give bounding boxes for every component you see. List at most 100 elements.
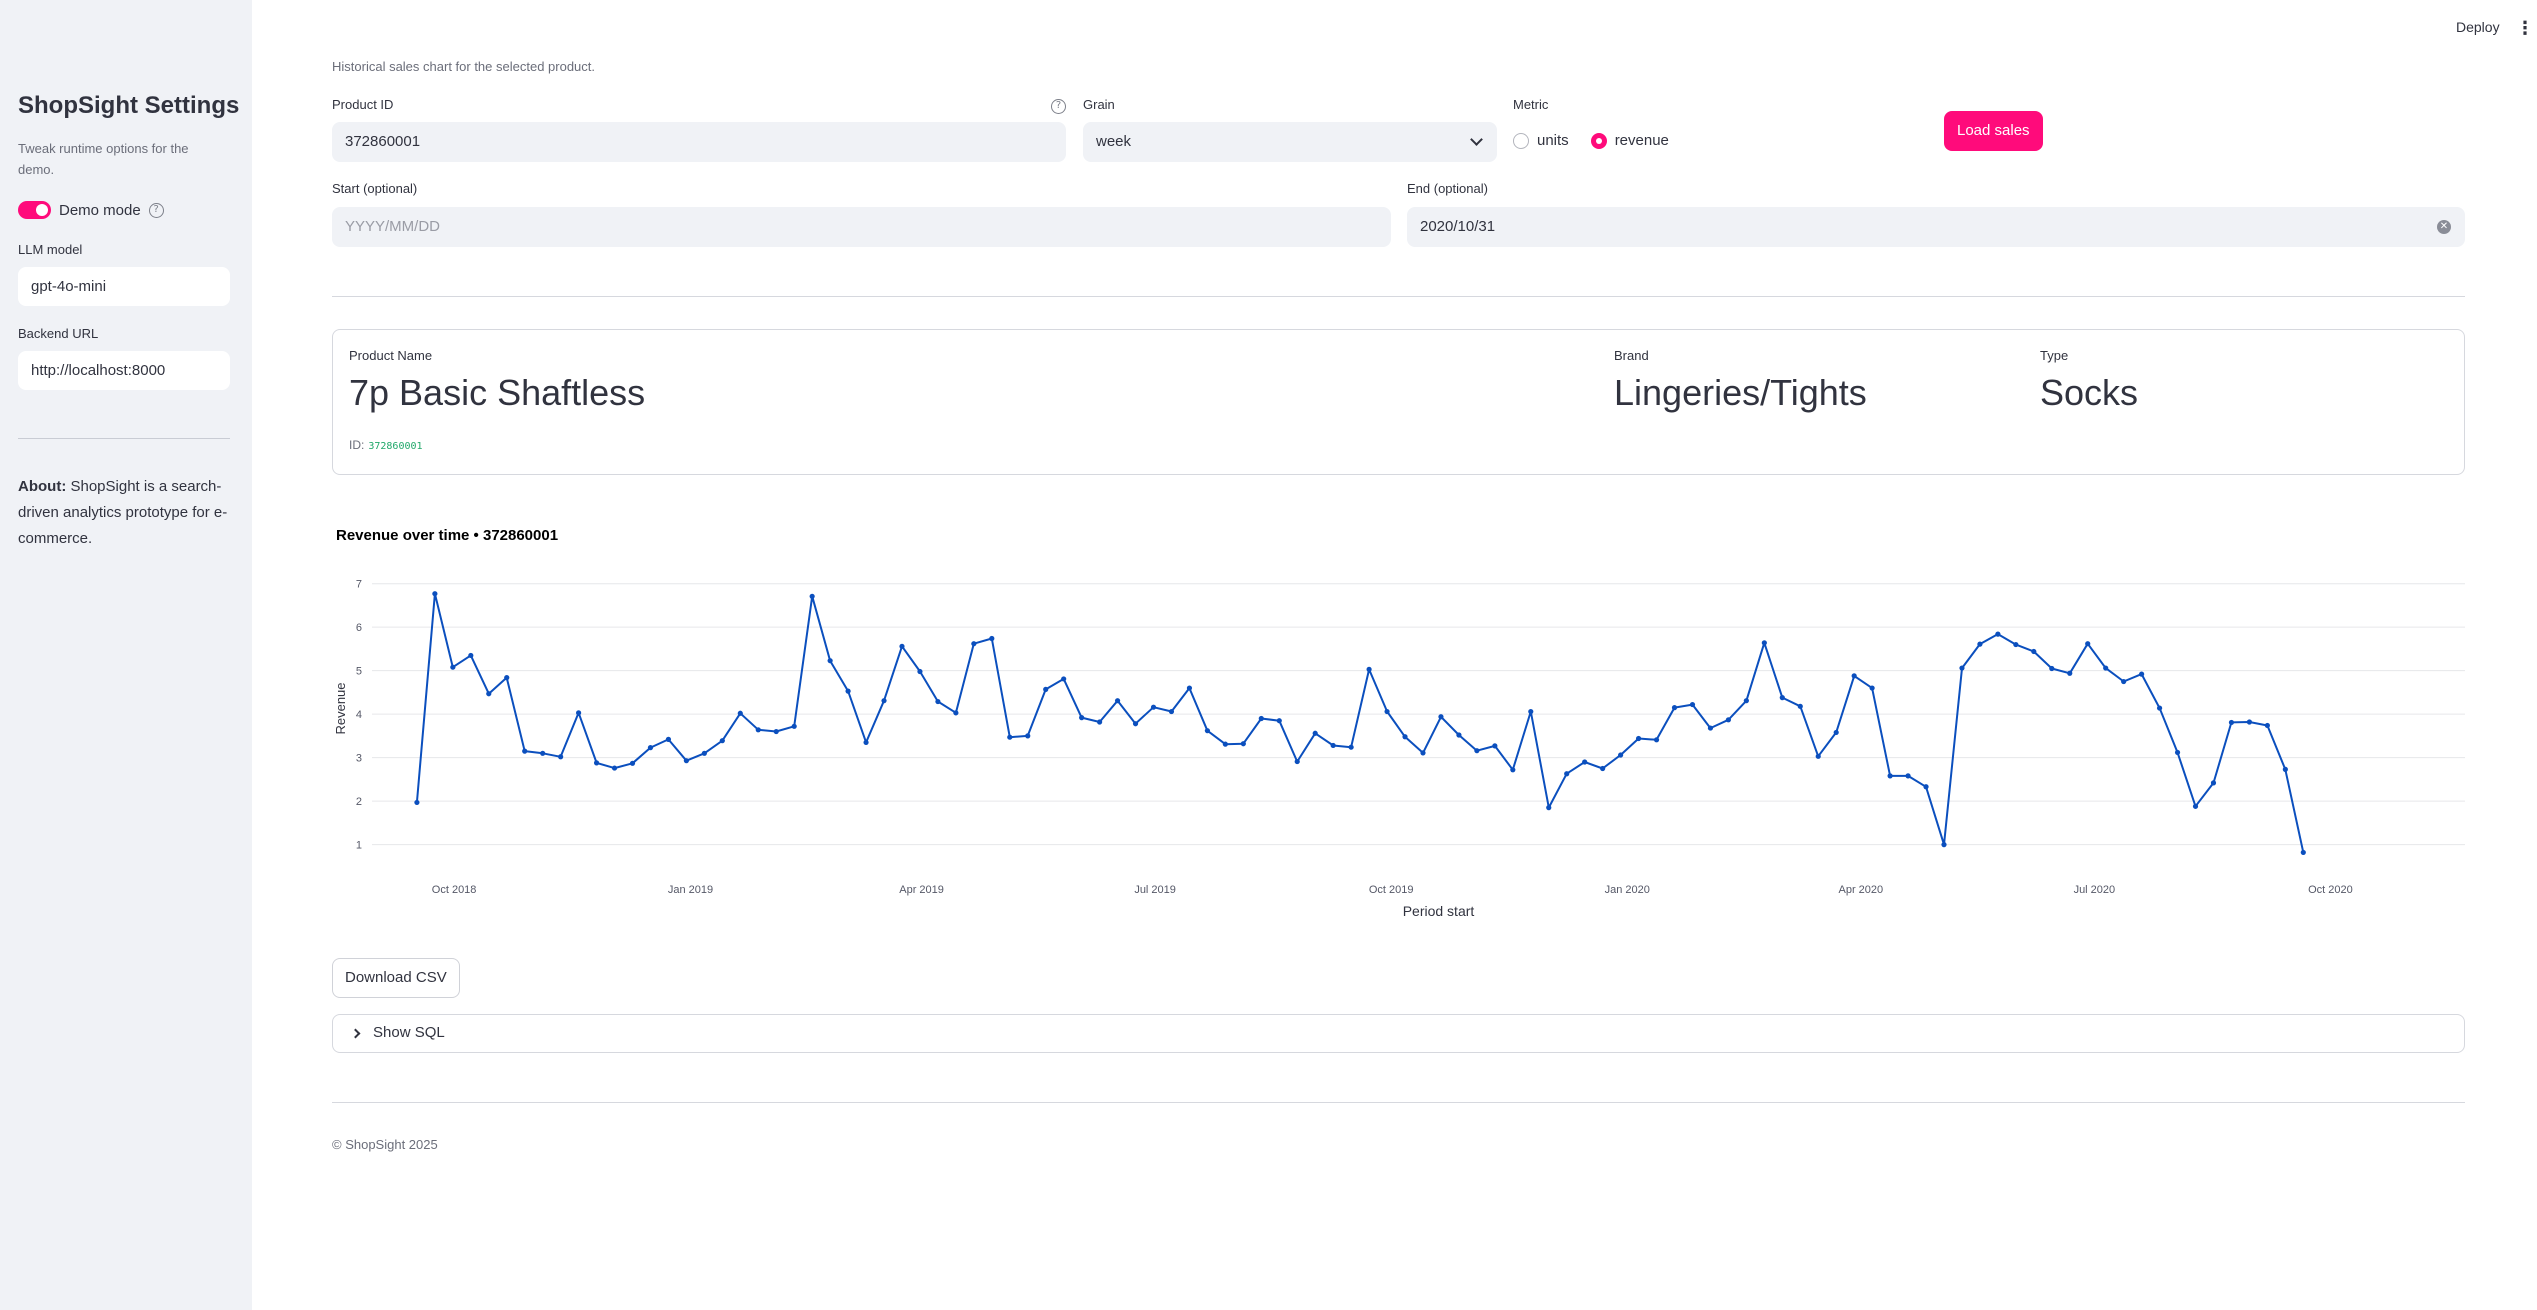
load-sales-button[interactable]: Load sales [1944,111,2043,151]
type-label: Type [2040,348,2069,363]
sidebar-subtitle: Tweak runtime options for the demo. [18,141,189,177]
data-point [432,591,438,597]
data-point [1725,717,1732,723]
data-point [1869,685,1875,691]
data-point [2264,722,2270,729]
data-point [827,658,833,664]
clear-icon[interactable]: ✕ [2437,220,2451,234]
data-point [1833,729,1839,736]
show-sql-expander[interactable]: Show SQL [332,1014,2465,1053]
data-point [1635,735,1642,742]
data-point [1402,734,1408,740]
data-point [2031,648,2037,655]
data-point [647,745,654,751]
help-icon[interactable]: ? [148,202,164,218]
data-point [1079,715,1085,721]
data-point [1150,704,1157,710]
divider [332,1102,2465,1103]
data-point [1923,784,1929,790]
end-label: End (optional) [1407,181,1488,196]
help-icon[interactable]: ? [1051,99,1066,114]
product-id-label: Product ID [332,97,394,112]
data-point [1366,666,1372,672]
data-point [629,760,636,766]
data-point [1438,714,1444,720]
data-point [1977,641,1983,647]
start-date-input[interactable]: YYYY/MM/DD [332,207,1391,247]
deploy-button[interactable]: Deploy [2456,19,2500,35]
data-point [1312,730,1318,736]
data-point [1330,742,1336,749]
y-tick-label: 4 [356,709,362,721]
data-point [1564,771,1570,777]
data-point [2139,671,2145,677]
data-point [809,593,815,599]
demo-mode-toggle[interactable] [18,201,51,219]
divider [332,296,2465,297]
grain-label: Grain [1083,97,1115,112]
about-text: About: ShopSight is a search-driven anal… [18,474,236,552]
data-point [1007,734,1013,740]
data-point [1420,750,1426,756]
about-label: About: [18,478,67,495]
data-point [1797,703,1803,709]
data-point [899,643,905,649]
download-csv-button[interactable]: Download CSV [332,958,460,998]
data-point [1743,698,1749,704]
data-point [1348,744,1354,750]
data-point [2067,670,2073,676]
data-point [1707,725,1714,731]
end-date-input[interactable]: 2020/10/31 ✕ [1407,207,2465,247]
brand-label: Brand [1614,348,1649,363]
data-point [558,754,564,760]
data-point [576,710,582,716]
metric-label: Metric [1513,97,1549,112]
x-tick-label: Jul 2019 [1134,884,1176,896]
data-point [1043,686,1049,692]
grain-select[interactable]: week [1083,122,1497,162]
id-label: ID: [349,438,365,452]
y-tick-label: 5 [356,666,362,678]
data-point [2246,719,2253,725]
x-tick-label: Apr 2019 [899,884,944,896]
more-vertical-icon[interactable]: ⋮ [2516,19,2534,37]
data-point [989,635,995,642]
metric-option-units[interactable]: units [1537,132,1569,149]
data-point [1582,759,1588,765]
data-point [2121,678,2127,685]
llm-model-input[interactable]: gpt-4o-mini [18,267,230,306]
data-point [486,691,492,697]
x-tick-label: Jan 2020 [1605,884,1650,896]
y-tick-label: 2 [356,796,362,808]
data-point [935,698,941,705]
metric-radio-revenue[interactable] [1590,132,1607,149]
data-point [1204,728,1211,734]
data-point [1959,665,1965,671]
sidebar: ShopSight Settings Tweak runtime options… [0,0,252,1310]
metric-radio-units[interactable] [1513,132,1529,149]
data-point [1114,698,1121,704]
data-point [1546,805,1552,811]
y-tick-label: 1 [356,840,362,852]
data-point [1528,708,1534,715]
data-point [1905,773,1911,779]
data-point [755,727,761,733]
product-id-row: ID: 372860001 [349,438,423,452]
show-sql-label: Show SQL [373,1024,445,1041]
metric-radio-group: units revenue [1513,132,1691,149]
data-point [1384,708,1390,715]
grain-value: week [1096,133,1132,150]
x-tick-label: Oct 2018 [432,884,477,896]
product-id-input[interactable]: 372860001 [332,122,1066,162]
brand-value: Lingeries/Tights [1614,372,1867,413]
metric-option-revenue[interactable]: revenue [1615,132,1669,149]
x-axis-title: Period start [1403,903,1475,919]
data-point [2103,665,2109,671]
backend-url-input[interactable]: http://localhost:8000 [18,351,230,390]
data-point [1294,758,1300,765]
data-point [1995,631,2001,637]
data-point [971,641,977,647]
data-point [665,736,672,742]
type-value: Socks [2040,372,2139,413]
data-point [2156,705,2163,711]
